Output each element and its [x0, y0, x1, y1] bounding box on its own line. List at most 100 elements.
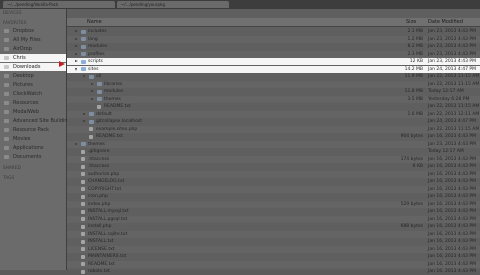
row-name: README.txt — [96, 134, 123, 139]
disclosure-closed-icon[interactable] — [75, 30, 78, 32]
disclosure-open-icon[interactable] — [83, 75, 85, 78]
folder-row[interactable]: themes Jan 23, 2013 4:43 PM — [67, 140, 480, 148]
row-size: 11.9 MB — [404, 74, 423, 79]
file-row[interactable]: README.txt Jan 16, 2013 4:43 PM — [67, 260, 480, 268]
sidebar-item-desktop[interactable]: Desktop — [0, 72, 66, 80]
folder-row[interactable]: modules 11.8 MB Today 12:17 AM — [67, 88, 480, 95]
file-row[interactable]: COPYRIGHT.txt Jan 16, 2013 4:43 PM — [67, 185, 480, 193]
disclosure-closed-icon[interactable] — [75, 52, 78, 55]
folder-row[interactable]: themes 3.5 MB Yesterday 6:28 PM — [67, 95, 480, 103]
disclosure-closed-icon[interactable] — [91, 82, 94, 85]
sidebar-item-movies[interactable]: Movies — [0, 135, 66, 143]
sidebar-header-shared: SHARED — [3, 165, 21, 170]
row-name: themes — [104, 96, 121, 102]
folder-row[interactable]: modules 8.2 MB Jan 23, 2013 4:43 PM — [67, 43, 480, 50]
document-icon — [81, 239, 85, 244]
folder-row[interactable]: default 1.6 MB Jan 22, 2013 12:11 AM — [67, 110, 480, 118]
sidebar-item-pictures[interactable]: Pictures — [0, 81, 66, 89]
disclosure-closed-icon[interactable] — [75, 60, 78, 62]
file-row[interactable]: .gitignore Today 12:17 AM — [67, 148, 480, 155]
tab-label: ~/.../pending/yourpkg — [121, 2, 165, 7]
folder-icon — [4, 92, 9, 96]
row-date: Jan 16, 2013 4:43 PM — [428, 254, 476, 259]
document-icon — [97, 104, 101, 109]
sidebar-item-dropbox[interactable]: Dropbox — [0, 27, 66, 35]
tab-label: ~/.../pending/Vanilla-Pack — [7, 2, 59, 7]
tab-vanilla-pack[interactable]: ~/.../pending/Vanilla-Pack — [3, 1, 115, 8]
document-icon — [81, 247, 85, 251]
column-name-header[interactable]: Name — [87, 18, 102, 26]
file-row[interactable]: install.php 688 bytes Jan 16, 2013 4:43 PM — [67, 223, 480, 230]
disclosure-open-icon[interactable] — [75, 67, 77, 71]
sidebar-item-chris[interactable]: Chris — [0, 54, 66, 62]
sidebar-item-clockwatch[interactable]: ClockWatch — [0, 90, 66, 98]
row-name: authorize.php — [88, 171, 120, 177]
document-icon — [81, 202, 85, 206]
file-row[interactable]: INSTALL.txt Jan 16, 2013 4:43 PM — [67, 238, 480, 245]
file-row[interactable]: CHANGELOG.txt Jan 16, 2013 4:43 PM — [67, 178, 480, 185]
tab-yourpkg[interactable]: ~/.../pending/yourpkg — [117, 1, 229, 8]
column-date-header[interactable]: Date Modified — [428, 18, 463, 26]
file-list: Name Size Date Modified includes 2.1 MB Ja… — [67, 9, 480, 274]
row-size: 174 bytes — [400, 156, 423, 162]
file-row[interactable]: README.txt 904 bytes Jan 16, 2013 4:43 PM — [67, 133, 480, 140]
sidebar-item-documents[interactable]: Documents — [0, 153, 66, 161]
folder-icon — [89, 112, 94, 116]
folder-row[interactable]: gitcollapse.localhost Jan 24, 2013 4:47 P… — [67, 118, 480, 125]
file-row[interactable]: robots.txt Jan 16, 2013 4:43 PM — [67, 268, 480, 275]
file-row[interactable]: cron.php Jan 16, 2013 4:43 PM — [67, 193, 480, 200]
disclosure-closed-icon[interactable] — [91, 97, 94, 100]
folder-row[interactable]: lang 1.2 MB Jan 23, 2013 4:43 PM — [67, 35, 480, 43]
folder-icon — [81, 37, 86, 41]
folder-icon — [81, 29, 86, 34]
row-date: Jan 22, 2013 11:15 AM — [428, 104, 480, 109]
document-icon — [81, 187, 85, 191]
sidebar-item-all-my-files[interactable]: All My Files — [0, 36, 66, 44]
column-size-header[interactable]: Size — [406, 18, 416, 26]
sidebar-item-resources[interactable]: Resources — [0, 99, 66, 107]
document-icon — [81, 217, 85, 221]
file-row[interactable]: .htaccess 6 KB Jan 16, 2013 4:43 PM — [67, 163, 480, 170]
sidebar-item-label: Applications — [13, 145, 44, 151]
file-row[interactable]: authorize.php Jan 16, 2013 4:43 PM — [67, 170, 480, 178]
folder-row[interactable]: libraries Jan 22, 2013 11:15 AM — [67, 80, 480, 88]
row-name: install.php — [88, 224, 112, 229]
sidebar-item-modalweb[interactable]: ModalWeb — [0, 108, 66, 116]
sidebar-item-downloads[interactable]: Downloads — [0, 63, 66, 71]
cursor-arrow-icon — [59, 61, 65, 67]
folder-row[interactable]: profiles 2.3 MB Jan 23, 2013 4:43 PM — [67, 50, 480, 58]
disclosure-closed-icon[interactable] — [91, 90, 94, 92]
disclosure-closed-icon[interactable] — [75, 142, 78, 145]
file-row[interactable]: INSTALL.pgsql.txt Jan 16, 2013 4:43 PM — [67, 215, 480, 223]
sidebar-item-applications[interactable]: Applications — [0, 144, 66, 152]
file-row[interactable]: MAINTAINERS.txt Jan 16, 2013 4:43 PM — [67, 253, 480, 260]
row-date: Jan 16, 2013 4:43 PM — [428, 134, 476, 139]
folder-row[interactable]: includes 2.1 MB Jan 23, 2013 4:43 PM — [67, 28, 480, 35]
disclosure-closed-icon[interactable] — [75, 37, 78, 40]
disclosure-closed-icon[interactable] — [83, 112, 86, 115]
file-row[interactable]: INSTALL.sqlite.txt Jan 16, 2013 4:43 PM — [67, 230, 480, 238]
folder-row[interactable]: scripts 12 KB Jan 23, 2013 4:43 PM — [67, 58, 480, 65]
sidebar-item-airdrop[interactable]: AirDrop — [0, 45, 66, 53]
folder-row[interactable]: all 11.9 MB Jan 22, 2013 11:15 AM — [67, 73, 480, 80]
sidebar-item-label: Dropbox — [13, 28, 35, 34]
file-row[interactable]: index.php 529 bytes Jan 16, 2013 4:43 PM — [67, 200, 480, 208]
sidebar-item-resource-pack[interactable]: Resource Pack — [0, 126, 66, 134]
file-row[interactable]: README.txt Jan 22, 2013 11:15 AM — [67, 103, 480, 110]
row-size: 2.3 MB — [407, 51, 423, 57]
sidebar-item-advanced-site-building[interactable]: Advanced Site Building — [0, 117, 71, 125]
folder-row[interactable]: sites 14.2 MB Jan 24, 2013 4:47 PM — [67, 65, 480, 73]
row-date: Jan 23, 2013 4:43 PM — [428, 36, 476, 42]
row-name: COPYRIGHT.txt — [88, 186, 122, 192]
file-row[interactable]: .htaccess 174 bytes Jan 16, 2013 4:43 PM — [67, 155, 480, 163]
file-row[interactable]: LICENSE.txt Jan 16, 2013 4:43 PM — [67, 245, 480, 253]
document-icon — [81, 157, 85, 161]
row-date: Jan 23, 2013 4:43 PM — [428, 44, 476, 49]
disclosure-closed-icon[interactable] — [75, 45, 78, 47]
file-row[interactable]: example.sites.php Jan 22, 2013 11:15 AM — [67, 125, 480, 133]
folder-icon — [81, 142, 86, 146]
disclosure-closed-icon[interactable] — [83, 120, 86, 122]
row-date: Yesterday 6:28 PM — [428, 96, 470, 102]
file-row[interactable]: INSTALL.mysql.txt Jan 16, 2013 4:43 PM — [67, 208, 480, 215]
folder-icon — [81, 44, 86, 49]
